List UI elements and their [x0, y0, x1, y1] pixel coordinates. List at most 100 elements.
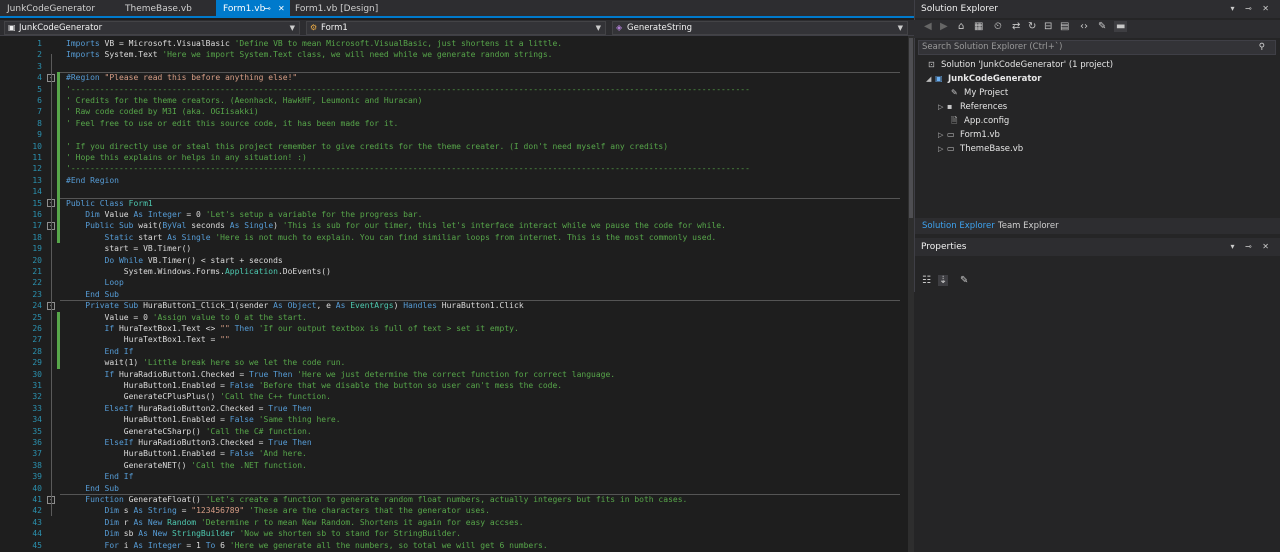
tab-junkcodegenerator[interactable]: JunkCodeGenerator [0, 0, 112, 18]
tab-themebase-vb[interactable]: ThemeBase.vb [118, 0, 212, 18]
pin-icon[interactable]: ⊸ [264, 0, 271, 18]
code-line[interactable]: HuraButton1.Enabled = False 'Before that… [66, 380, 562, 391]
form-file-icon: ▭ [947, 130, 955, 139]
code-line[interactable]: Do While VB.Timer() < start + seconds [66, 255, 283, 266]
properties-toolbar: ☷ ⇣ ✎ [914, 274, 1280, 292]
tree-item-references[interactable]: ▷ ▪ References [938, 101, 1007, 113]
line-number: 2 [37, 50, 42, 60]
code-line[interactable]: Imports VB = Microsoft.VisualBasic 'Defi… [66, 38, 562, 49]
code-line[interactable]: End If [66, 346, 134, 357]
code-line[interactable]: HuraButton1.Enabled = False 'And here. [66, 448, 307, 459]
close-tab-icon[interactable]: ✕ [278, 0, 285, 18]
code-line[interactable]: GenerateCSharp() 'Call the C# function. [66, 426, 312, 437]
code-line[interactable]: #Region "Please read this before anythin… [66, 72, 297, 83]
code-line[interactable]: Private Sub HuraButton1_Click_1(sender A… [66, 300, 523, 311]
line-number: 30 [32, 369, 42, 379]
forward-icon[interactable]: ▶ [940, 21, 948, 32]
panel-window-controls[interactable]: ▾ ⊸ ✕ [1230, 0, 1273, 18]
code-line[interactable]: ' Hope this explains or helps in any sit… [66, 152, 307, 163]
switch-views-icon[interactable]: ▦ [974, 21, 983, 32]
code-line[interactable]: End Sub [66, 483, 119, 494]
code-line[interactable]: Loop [66, 277, 124, 288]
collapsed-arrow-icon[interactable]: ▷ [938, 101, 947, 113]
show-all-files-icon[interactable]: ▤ [1060, 21, 1069, 32]
code-line[interactable]: Dim sb As New StringBuilder 'Now we shor… [66, 528, 461, 539]
tab-solution-explorer[interactable]: Solution Explorer [917, 218, 1000, 234]
code-line[interactable]: Public Sub wait(ByVal seconds As Single)… [66, 220, 726, 231]
project-dropdown[interactable]: ▣ JunkCodeGenerator ▼ [4, 21, 300, 35]
code-line[interactable]: ElseIf HuraRadioButton3.Checked = True T… [66, 437, 312, 448]
line-number: 41 [32, 495, 42, 504]
categorized-icon[interactable]: ☷ [922, 275, 931, 286]
tree-item-project[interactable]: ◢ ▣ JunkCodeGenerator [926, 73, 1041, 85]
code-line[interactable]: Function GenerateFloat() 'Let's create a… [66, 494, 687, 505]
class-dropdown[interactable]: ⚙ Form1 ▼ [306, 21, 606, 35]
code-line[interactable]: GenerateNET() 'Call the .NET function. [66, 460, 307, 471]
sync-icon[interactable]: ⇄ [1012, 21, 1020, 32]
tree-item-app-config[interactable]: 🗎 App.config [942, 115, 1009, 127]
code-line[interactable]: Imports System.Text 'Here we import Syst… [66, 49, 552, 60]
code-line[interactable]: ' If you directly use or steal this proj… [66, 141, 668, 152]
wrench-icon: ✎ [951, 88, 958, 97]
code-line[interactable]: '---------------------------------------… [66, 163, 750, 174]
tree-item-themebase-vb[interactable]: ▷ ▭ ThemeBase.vb [938, 143, 1023, 155]
tab-team-explorer[interactable]: Team Explorer [993, 218, 1064, 234]
code-line[interactable]: '---------------------------------------… [66, 84, 750, 95]
change-marker [57, 334, 60, 346]
code-line[interactable]: ' Credits for the theme creators. (Aeonh… [66, 95, 422, 106]
properties-title: Properties ▾ ⊸ ✕ [915, 238, 1280, 256]
code-line[interactable]: ' Feel free to use or edit this source c… [66, 118, 398, 129]
line-number: 19 [32, 244, 42, 254]
home-icon[interactable]: ⌂ [958, 21, 964, 32]
code-line[interactable]: HuraButton1.Enabled = False 'Same thing … [66, 414, 341, 425]
code-line[interactable]: For i As Integer = 1 To 6 'Here we gener… [66, 540, 548, 551]
tree-item-form1-vb[interactable]: ▷ ▭ Form1.vb [938, 129, 1000, 141]
panel-window-controls[interactable]: ▾ ⊸ ✕ [1230, 238, 1273, 256]
change-marker [57, 83, 60, 95]
preview-selected-icon[interactable]: ▬ [1114, 21, 1128, 32]
tree-item-solution[interactable]: ⊡ Solution 'JunkCodeGenerator' (1 project… [928, 59, 1113, 71]
code-line[interactable]: Value = 0 'Assign value to 0 at the star… [66, 312, 307, 323]
code-line[interactable]: End Sub [66, 289, 119, 300]
change-marker [57, 220, 60, 232]
search-icon[interactable]: ⚲ [1259, 41, 1265, 54]
code-line[interactable]: If HuraTextBox1.Text <> "" Then 'If our … [66, 323, 519, 334]
code-line[interactable]: #End Region [66, 175, 119, 186]
code-line[interactable]: End If [66, 471, 134, 482]
code-line[interactable]: HuraTextBox1.Text = "" [66, 334, 230, 345]
tab-form1-design[interactable]: Form1.vb [Design] [288, 0, 388, 18]
change-marker [57, 95, 60, 107]
code-line[interactable]: wait(1) 'Little break here so we let the… [66, 357, 346, 368]
property-pages-icon[interactable]: ✎ [960, 275, 968, 286]
chevron-down-icon: ▼ [897, 24, 903, 32]
code-line[interactable]: Dim r As New Random 'Determine r to mean… [66, 517, 524, 528]
view-code-icon[interactable]: ‹› [1080, 21, 1088, 32]
tab-form1-vb[interactable]: Form1.vb ⊸ ✕ [216, 0, 290, 18]
code-line[interactable]: ElseIf HuraRadioButton2.Checked = True T… [66, 403, 312, 414]
collapse-all-icon[interactable]: ⊟ [1044, 21, 1052, 32]
code-editor[interactable]: 1 Imports VB = Microsoft.VisualBasic 'Def… [0, 36, 908, 552]
collapsed-arrow-icon[interactable]: ▷ [938, 143, 947, 155]
code-line[interactable]: Public Class Form1 [66, 198, 153, 209]
line-number: 21 [32, 267, 42, 276]
properties-wrench-icon[interactable]: ✎ [1098, 21, 1106, 32]
back-icon[interactable]: ◀ [924, 21, 932, 32]
alphabetical-icon[interactable]: ⇣ [938, 275, 949, 286]
code-line[interactable]: start = VB.Timer() [66, 243, 192, 254]
code-line[interactable]: GenerateCPlusPlus() 'Call the C++ functi… [66, 391, 331, 402]
code-line[interactable]: System.Windows.Forms.Application.DoEvent… [66, 266, 331, 277]
scrollbar-thumb[interactable] [909, 38, 913, 218]
solution-search-input[interactable]: Search Solution Explorer (Ctrl+`) ⚲ [918, 40, 1276, 55]
line-number: 5 [37, 84, 42, 94]
code-line[interactable]: Dim Value As Integer = 0 'Let's setup a … [66, 209, 422, 220]
member-dropdown[interactable]: ◈ GenerateString ▼ [612, 21, 908, 35]
code-line[interactable]: Dim s As String = "123456789" 'These are… [66, 505, 490, 516]
pending-changes-filter-icon[interactable]: ⏲ [994, 21, 1002, 32]
refresh-icon[interactable]: ↻ [1028, 21, 1036, 32]
code-line[interactable]: ' Raw code coded by M3I (aka. OGIisakki) [66, 106, 259, 117]
expanded-arrow-icon[interactable]: ◢ [926, 73, 935, 85]
code-line[interactable]: Static start As Single 'Here is not much… [66, 232, 717, 243]
tree-item-my-project[interactable]: ✎ My Project [942, 87, 1008, 99]
code-line[interactable]: If HuraRadioButton1.Checked = True Then … [66, 369, 616, 380]
collapsed-arrow-icon[interactable]: ▷ [938, 129, 947, 141]
